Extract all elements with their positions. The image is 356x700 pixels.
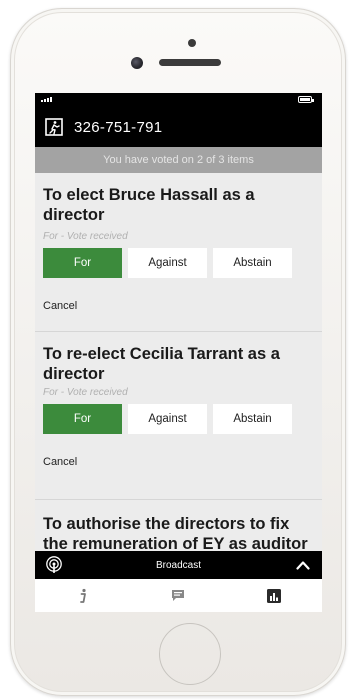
resolution-item: To authorise the directors to fix the re… bbox=[35, 500, 322, 551]
tab-info[interactable] bbox=[35, 579, 131, 612]
meeting-id: 326-751-791 bbox=[74, 118, 163, 136]
resolution-item: To elect Bruce Hassall as a director For… bbox=[35, 173, 322, 332]
vote-choices: For Against Abstain bbox=[43, 404, 314, 434]
broadcast-bar[interactable]: Broadcast bbox=[35, 551, 322, 579]
vote-for-button[interactable]: For bbox=[43, 404, 122, 434]
cancel-vote-link[interactable]: Cancel bbox=[43, 456, 314, 476]
earpiece-speaker bbox=[159, 59, 221, 66]
resolution-list: To elect Bruce Hassall as a director For… bbox=[35, 173, 322, 551]
resolution-title: To authorise the directors to fix the re… bbox=[43, 515, 308, 551]
status-bar bbox=[35, 93, 322, 107]
results-chart-icon bbox=[267, 588, 282, 603]
vote-abstain-button[interactable]: Abstain bbox=[213, 248, 292, 278]
app-screen: 326-751-791 You have voted on 2 of 3 ite… bbox=[35, 93, 322, 612]
vote-against-button[interactable]: Against bbox=[128, 404, 207, 434]
chevron-up-icon[interactable] bbox=[296, 559, 310, 571]
vote-abstain-button[interactable]: Abstain bbox=[213, 404, 292, 434]
vote-choices: For Against Abstain bbox=[43, 248, 314, 278]
sensor-dot bbox=[188, 39, 196, 47]
exit-icon[interactable] bbox=[44, 117, 64, 137]
vote-for-button[interactable]: For bbox=[43, 248, 122, 278]
broadcast-label: Broadcast bbox=[155, 559, 202, 571]
signal-icon bbox=[41, 97, 52, 102]
tab-chat[interactable] bbox=[131, 579, 227, 612]
vote-progress-banner: You have voted on 2 of 3 items bbox=[35, 147, 322, 173]
cancel-vote-link[interactable]: Cancel bbox=[43, 300, 314, 320]
info-icon bbox=[79, 588, 86, 603]
battery-icon bbox=[298, 96, 314, 103]
resolution-item: To re-elect Cecilia Tarrant as a directo… bbox=[35, 332, 322, 500]
resolution-title: To elect Bruce Hassall as a director bbox=[43, 186, 255, 224]
home-button[interactable] bbox=[159, 623, 221, 685]
bottom-tab-bar bbox=[35, 579, 322, 612]
vote-status: For - Vote received bbox=[43, 231, 128, 242]
app-header: 326-751-791 bbox=[35, 107, 322, 147]
vote-status: For - Vote received bbox=[43, 387, 128, 398]
vote-against-button[interactable]: Against bbox=[128, 248, 207, 278]
chat-icon bbox=[171, 589, 184, 601]
tab-results[interactable] bbox=[226, 579, 322, 612]
front-camera bbox=[131, 57, 143, 69]
resolution-title: To re-elect Cecilia Tarrant as a directo… bbox=[43, 345, 280, 383]
